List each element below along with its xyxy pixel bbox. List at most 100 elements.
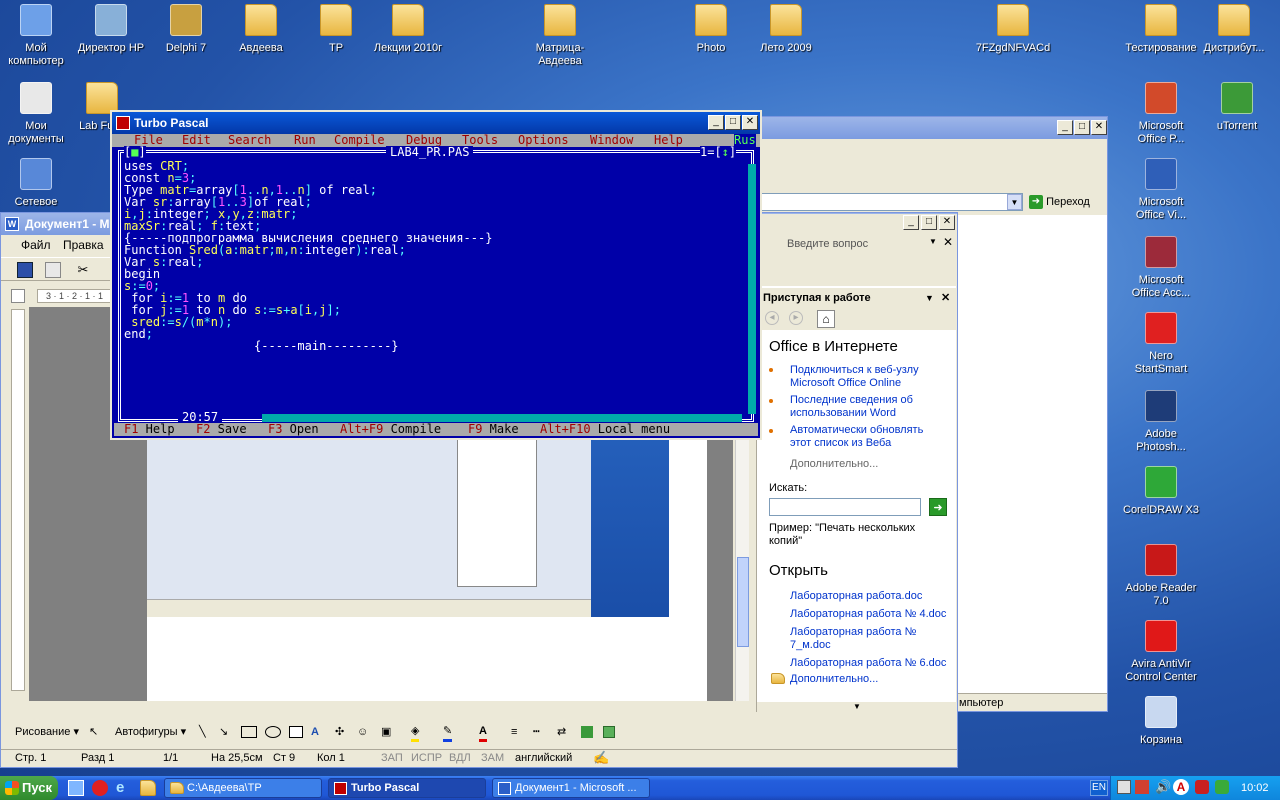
diagram-icon[interactable]: ✣ [335, 721, 344, 743]
link-word-news[interactable]: Последние сведения об использовании Word [790, 394, 940, 420]
vertical-ruler[interactable] [11, 309, 25, 691]
link-auto-update[interactable]: Автоматически обновлять этот список из В… [790, 424, 940, 450]
status-ovr[interactable]: ЗАМ [481, 750, 504, 766]
dash-style-icon[interactable]: ┅ [533, 721, 540, 743]
drawing-menu-button[interactable]: Рисование ▾ [15, 721, 79, 743]
textbox-icon[interactable] [289, 726, 303, 738]
home-icon[interactable]: ⌂ [817, 310, 835, 328]
task-pane-close[interactable]: ✕ [939, 215, 955, 230]
pascal-menu-edit[interactable]: Edit [182, 134, 211, 147]
fkey-f3[interactable]: F3 Open [268, 423, 319, 436]
recent-file-1[interactable]: Лабораторная работа.doc [790, 590, 922, 603]
fkey-f2[interactable]: F2 Save [196, 423, 247, 436]
desktop-icon-right-9[interactable]: Корзина [1123, 696, 1199, 747]
status-ext[interactable]: ВДЛ [449, 750, 471, 766]
clipart-icon[interactable]: ☺ [357, 721, 368, 743]
tray-network-icon[interactable] [1117, 780, 1131, 794]
line-style-icon[interactable]: ≡ [511, 721, 517, 743]
scroll-thumb[interactable] [737, 557, 749, 647]
picture-icon[interactable]: ▣ [381, 721, 391, 743]
oval-icon[interactable] [265, 726, 281, 738]
view-buttons[interactable] [11, 703, 69, 717]
recent-file-3[interactable]: Лабораторная работа № 7_м.doc [790, 626, 930, 652]
fkey-alt-f9[interactable]: Alt+F9 Compile [340, 423, 441, 436]
recent-file-4[interactable]: Лабораторная работа № 6.doc [790, 657, 946, 670]
link-office-online[interactable]: Подключиться к веб-узлу Microsoft Office… [790, 364, 940, 390]
task-pane-maximize[interactable]: □ [921, 215, 937, 230]
autoshapes-menu-button[interactable]: Автофигуры ▾ [115, 721, 186, 743]
more-files-link[interactable]: Дополнительно... [790, 673, 878, 686]
desktop-icon-top-7[interactable]: Photo [673, 4, 749, 55]
desktop-icon-top-3[interactable]: Авдеева [223, 4, 299, 55]
desktop-icon-right-3[interactable]: Microsoft Office Acc... [1123, 236, 1199, 300]
address-dropdown-button[interactable]: ▼ [1007, 194, 1022, 210]
arrow-style-icon[interactable]: ⇄ [557, 721, 566, 743]
desktop-icon-top-8[interactable]: Лето 2009 [748, 4, 824, 55]
ask-close-icon[interactable]: ✕ [943, 235, 953, 249]
desktop-icon-right-7[interactable]: Adobe Reader 7.0 [1123, 544, 1199, 608]
desktop-icon-right-5[interactable]: Adobe Photosh... [1123, 390, 1199, 454]
taskbar-turbo-pascal[interactable]: Turbo Pascal [328, 778, 486, 798]
maximize-button[interactable]: □ [1074, 120, 1090, 135]
task-pane-minimize[interactable]: _ [903, 215, 919, 230]
status-rec[interactable]: ЗАП [381, 750, 403, 766]
editor-vscroll[interactable] [748, 164, 756, 414]
pascal-menu-search[interactable]: Search [228, 134, 271, 147]
pascal-title-bar[interactable]: Turbo Pascal [112, 112, 760, 134]
save-icon[interactable] [17, 262, 33, 278]
pascal-menu-options[interactable]: Options [518, 134, 569, 147]
pascal-menu-run[interactable]: Run [294, 134, 316, 147]
quicklaunch-desktop-icon[interactable] [68, 780, 84, 796]
tray-utorrent-icon[interactable] [1215, 780, 1229, 794]
fkey-alt-f10[interactable]: Alt+F10 Local menu [540, 423, 670, 436]
ask-question-input[interactable]: Введите вопрос [787, 238, 868, 250]
fkey-f1[interactable]: F1 Help [124, 423, 175, 436]
desktop-icon-top-5[interactable]: Лекции 2010г [370, 4, 446, 55]
desktop-icon-top-9[interactable]: 7FZgdNFVACd [975, 4, 1051, 55]
status-trk[interactable]: ИСПР [411, 750, 442, 766]
rectangle-icon[interactable] [241, 726, 257, 738]
turbo-pascal-window[interactable]: Turbo Pascal _ □ ✕ File Edit Search Run … [110, 110, 762, 440]
explorer-title-bar[interactable] [761, 117, 1107, 139]
draw-font-color-icon[interactable]: A [479, 723, 487, 742]
close-button[interactable]: ✕ [1091, 120, 1107, 135]
online-more-link[interactable]: Дополнительно... [790, 458, 878, 470]
task-pane-scroll-down[interactable]: ▼ [757, 702, 957, 712]
taskbar-explorer[interactable]: C:\Авдеева\ТР [164, 778, 322, 798]
fkey-f9[interactable]: F9 Make [468, 423, 519, 436]
tray-security-icon[interactable] [1195, 780, 1209, 794]
editor-hscroll[interactable] [262, 414, 742, 422]
go-button[interactable]: ➜ Переход [1029, 193, 1105, 212]
desktop-icon-right-1[interactable]: uTorrent [1199, 82, 1275, 133]
cut-icon[interactable]: ✂ [75, 262, 91, 278]
back-icon[interactable]: ◂ [765, 311, 779, 325]
search-input[interactable] [769, 498, 921, 516]
tray-clock[interactable]: 10:02 [1241, 776, 1269, 800]
ask-dropdown-icon[interactable]: ▼ [929, 237, 937, 246]
recent-file-2[interactable]: Лабораторная работа № 4.doc [790, 608, 946, 621]
ruler-corner[interactable] [11, 289, 25, 303]
line-icon[interactable]: ╲ [199, 721, 206, 743]
3d-icon[interactable] [603, 726, 615, 738]
desktop-icon-top-2[interactable]: Delphi 7 [148, 4, 224, 55]
print-preview-icon[interactable] [45, 262, 61, 278]
shadow-icon[interactable] [581, 726, 593, 738]
quicklaunch-explorer-icon[interactable] [140, 780, 156, 796]
line-color-icon[interactable]: ✎ [443, 723, 453, 742]
task-pane-header-close-icon[interactable]: ✕ [941, 288, 950, 308]
desktop-icon-top-0[interactable]: Мой компьютер [0, 4, 74, 68]
arrow-icon[interactable]: ↘ [219, 721, 228, 743]
pascal-menu-window[interactable]: Window [590, 134, 633, 147]
lang-button[interactable]: EN [1090, 780, 1108, 796]
desktop-icon-top-10[interactable]: Тестирование [1123, 4, 1199, 55]
desktop-icon-left-2[interactable]: Сетевое [0, 158, 74, 209]
pascal-close-button[interactable]: ✕ [742, 115, 758, 130]
desktop-icon-top-4[interactable]: ТР [298, 4, 374, 55]
desktop-icon-right-2[interactable]: Microsoft Office Vi... [1123, 158, 1199, 222]
quicklaunch-opera-icon[interactable] [92, 780, 108, 796]
desktop-icon-top-11[interactable]: Дистрибут... [1196, 4, 1272, 55]
tray-avira-icon[interactable]: A [1173, 779, 1189, 795]
code-editor[interactable]: uses CRT; const n=3; Type matr=array[1..n,… [124, 160, 744, 406]
pascal-maximize-button[interactable]: □ [725, 115, 741, 130]
menu-file[interactable]: Файл [21, 235, 51, 255]
